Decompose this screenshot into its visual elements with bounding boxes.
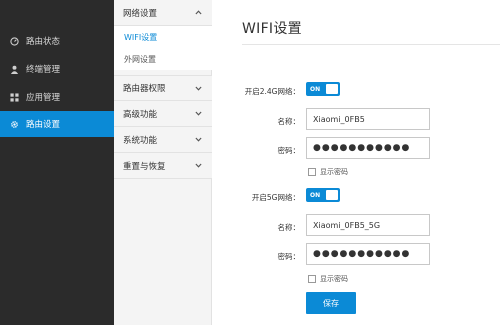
chevron-up-icon — [194, 9, 202, 17]
submenu-network-label: 网络设置 — [123, 8, 158, 19]
submenu-reset-restore[interactable]: 重置与恢复 — [114, 153, 212, 179]
wifi24-toggle[interactable]: ON — [306, 82, 340, 96]
gauge-icon — [8, 35, 20, 47]
toggle-knob — [326, 190, 338, 200]
wifi24-password-input[interactable]: ●●●●●●●●●●● — [306, 137, 430, 159]
page-title: WIFI设置 — [242, 21, 302, 37]
wifi5-show-password[interactable]: 显示密码 — [308, 274, 348, 284]
main-sidebar: 路由状态 终端管理 应用管理 路由设置 — [0, 0, 120, 325]
show-password-checkbox[interactable] — [308, 168, 316, 176]
chevron-down-icon — [194, 136, 202, 144]
sidebar-item-router-status[interactable]: 路由状态 — [0, 28, 114, 54]
show-password-label: 显示密码 — [320, 168, 348, 176]
submenu-reset-label: 重置与恢复 — [123, 161, 166, 172]
show-password-label: 显示密码 — [320, 275, 348, 283]
sidebar-item-router-settings[interactable]: 路由设置 — [0, 111, 120, 137]
wifi24-name-input[interactable]: Xiaomi_0FB5 — [306, 108, 430, 130]
toggle-on-text: ON — [310, 85, 321, 93]
divider — [242, 44, 500, 45]
wifi5-password-label: 密码： — [277, 252, 301, 261]
chevron-down-icon — [194, 110, 202, 118]
user-icon — [8, 63, 20, 75]
wifi5-password-input[interactable]: ●●●●●●●●●●● — [306, 243, 430, 265]
wifi24-toggle-label: 开启2.4G网络： — [244, 87, 300, 96]
save-button[interactable]: 保存 — [306, 292, 356, 314]
show-password-checkbox[interactable] — [308, 275, 316, 283]
submenu-permissions-label: 路由器权限 — [123, 84, 166, 94]
settings-submenu: 网络设置 WIFI设置 外网设置 路由器权限 高级功能 系统功能 重置与恢复 — [114, 0, 212, 325]
toggle-knob — [326, 84, 338, 94]
submenu-wan-label: 外网设置 — [124, 54, 156, 64]
chevron-down-icon — [194, 162, 202, 170]
submenu-router-permissions[interactable]: 路由器权限 — [114, 75, 212, 101]
wifi24-show-password[interactable]: 显示密码 — [308, 167, 348, 177]
wifi5-toggle[interactable]: ON — [306, 188, 340, 202]
submenu-wan-settings[interactable]: 外网设置 — [114, 48, 212, 70]
sidebar-item-label: 应用管理 — [26, 93, 61, 103]
submenu-advanced-label: 高级功能 — [123, 109, 158, 120]
submenu-advanced[interactable]: 高级功能 — [114, 101, 212, 127]
wifi5-name-label: 名称： — [277, 223, 301, 232]
sidebar-item-app-management[interactable]: 应用管理 — [0, 84, 114, 110]
submenu-system[interactable]: 系统功能 — [114, 127, 212, 153]
submenu-system-label: 系统功能 — [123, 135, 158, 146]
sidebar-item-device-management[interactable]: 终端管理 — [0, 56, 114, 82]
wifi24-name-label: 名称： — [277, 117, 301, 126]
wifi5-toggle-label: 开启5G网络： — [251, 193, 300, 202]
sidebar-item-label: 路由设置 — [26, 120, 61, 130]
wifi24-password-label: 密码： — [277, 146, 301, 155]
sidebar-item-label: 终端管理 — [26, 65, 61, 75]
gear-icon — [8, 118, 20, 130]
submenu-network-settings[interactable]: 网络设置 — [114, 0, 212, 26]
sidebar-item-label: 路由状态 — [26, 37, 61, 47]
toggle-on-text: ON — [310, 191, 321, 199]
chevron-down-icon — [194, 84, 202, 92]
grid-icon — [8, 91, 20, 103]
submenu-wifi-settings[interactable]: WIFI设置 — [114, 26, 212, 48]
wifi5-name-input[interactable]: Xiaomi_0FB5_5G — [306, 214, 430, 236]
main-content: WIFI设置 开启2.4G网络： ON 名称： Xiaomi_0FB5 密码： … — [212, 0, 500, 325]
submenu-wifi-label: WIFI设置 — [124, 32, 158, 42]
